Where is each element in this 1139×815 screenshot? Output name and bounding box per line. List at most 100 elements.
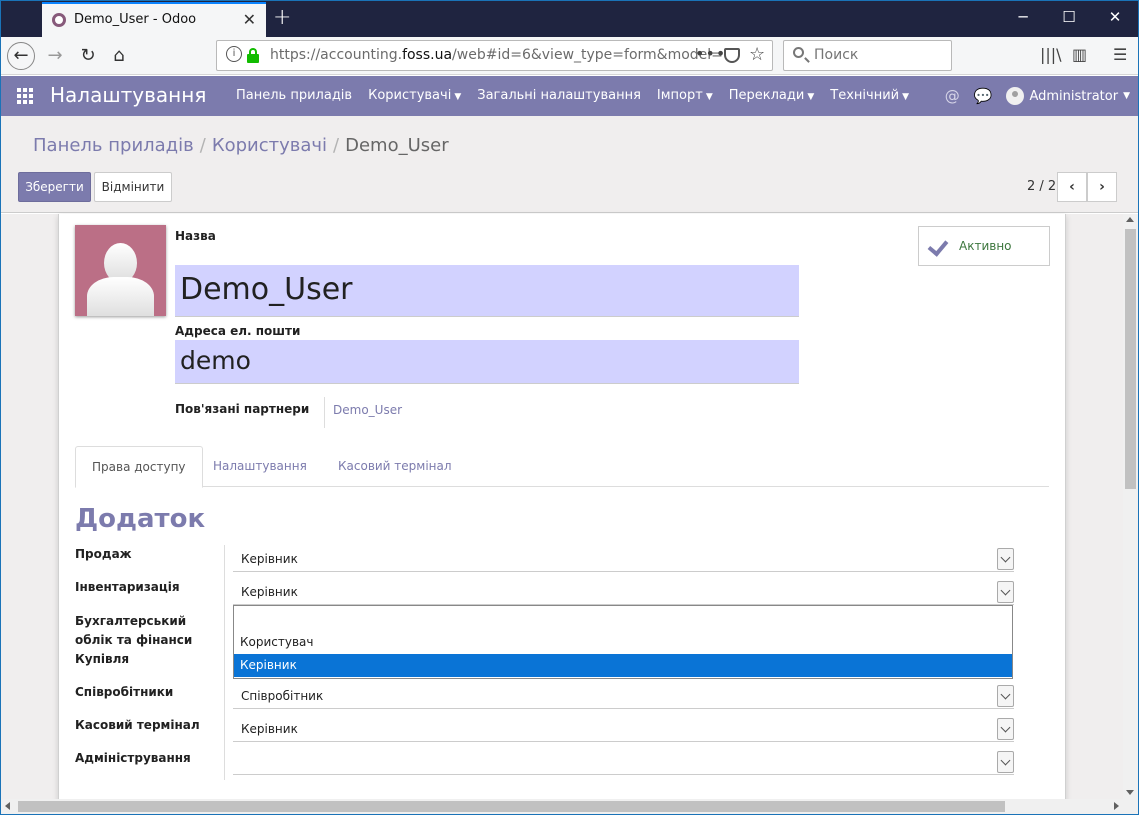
- maximize-icon[interactable]: ☐: [1046, 8, 1092, 26]
- chevron-down-icon[interactable]: [997, 548, 1014, 570]
- tab-access-rights[interactable]: Права доступу: [75, 446, 203, 488]
- minimize-icon[interactable]: ─: [1000, 8, 1046, 26]
- partner-label: Пов'язані партнери: [175, 402, 310, 416]
- scrollbar-corner: [1123, 799, 1138, 814]
- odoo-favicon-icon: [52, 13, 66, 27]
- url-text[interactable]: https://accounting.foss.ua/web#id=6&view…: [270, 47, 723, 63]
- sales-select[interactable]: Керівник: [233, 547, 1014, 572]
- notebook-tabs: Права доступу Налаштування Касовий термі…: [75, 446, 1049, 488]
- odoo-main-navbar: Налаштування Панель приладів Користувачі…: [1, 76, 1138, 116]
- name-field[interactable]: Demo_User: [175, 265, 799, 317]
- menu-dashboard[interactable]: Панель приладів: [228, 76, 360, 116]
- lock-icon: [247, 48, 259, 63]
- library-icon[interactable]: |||\: [1040, 45, 1062, 64]
- row-label-administration: Адміністрування: [75, 751, 191, 765]
- breadcrumb-users[interactable]: Користувачі: [212, 135, 327, 156]
- caret-down-icon: ▼: [807, 92, 815, 102]
- discard-button[interactable]: Відмінити: [94, 172, 172, 202]
- point-of-sale-select[interactable]: Керівник: [233, 717, 1014, 742]
- select-dropdown-list: Користувач Керівник: [233, 605, 1013, 679]
- name-label: Назва: [175, 229, 216, 243]
- close-tab-icon[interactable]: ✕: [243, 10, 256, 29]
- menu-import[interactable]: Імпорт ▼: [649, 76, 721, 116]
- caret-down-icon: ▼: [454, 92, 462, 102]
- page-actions-icon[interactable]: •••: [695, 44, 726, 63]
- check-icon: [929, 236, 949, 252]
- forward-icon[interactable]: →: [41, 42, 69, 70]
- vertical-scrollbar[interactable]: [1123, 214, 1138, 799]
- row-label-inventory: Інвентаризація: [75, 580, 180, 594]
- new-tab-button[interactable]: +: [273, 5, 291, 30]
- bookmark-star-icon[interactable]: ☆: [749, 44, 765, 65]
- chevron-down-icon[interactable]: [997, 685, 1014, 707]
- back-icon[interactable]: ←: [7, 42, 35, 70]
- browser-window: Demo_User - Odoo ✕ + ─ ☐ ✕ ← → ↻ ⌂ i htt…: [0, 0, 1139, 815]
- active-toggle-button[interactable]: Активно: [918, 226, 1050, 266]
- divider: [324, 397, 325, 428]
- systray: @ 💬 Administrator ▼: [945, 76, 1130, 116]
- employees-select[interactable]: Співробітник: [233, 684, 1014, 709]
- row-label-point-of-sale: Касовий термінал: [75, 718, 200, 732]
- browser-toolbar: ← → ↻ ⌂ i https://accounting.foss.ua/web…: [1, 37, 1138, 75]
- chevron-down-icon[interactable]: [997, 751, 1014, 773]
- dropdown-option-user[interactable]: Користувач: [234, 631, 1012, 654]
- sidebar-icon[interactable]: ▥: [1072, 45, 1087, 64]
- email-field[interactable]: demo: [175, 340, 799, 384]
- caret-down-icon: ▼: [705, 92, 713, 102]
- breadcrumb-dashboard[interactable]: Панель приладів: [33, 135, 194, 156]
- form-view: Назва Demo_User Адреса ел. пошти demo Ак…: [1, 214, 1123, 814]
- email-label: Адреса ел. пошти: [175, 324, 301, 338]
- row-label-accounting: Бухгалтерський облік та фінанси Купівля: [75, 614, 193, 666]
- horizontal-scrollbar[interactable]: [1, 799, 1123, 814]
- row-label-employees: Співробітники: [75, 685, 174, 699]
- chevron-down-icon[interactable]: [997, 581, 1014, 603]
- search-icon: [793, 47, 804, 58]
- search-box[interactable]: [783, 40, 952, 71]
- control-panel: Панель приладів / Користувачі / Demo_User Зб…: [1, 116, 1138, 213]
- url-bar[interactable]: i https://accounting.foss.ua/web#id=6&vi…: [216, 40, 773, 71]
- apps-grid-icon[interactable]: [17, 88, 35, 104]
- close-window-icon[interactable]: ✕: [1092, 8, 1138, 26]
- home-icon[interactable]: ⌂: [105, 42, 133, 70]
- menu-general-settings[interactable]: Загальні налаштування: [469, 76, 649, 116]
- caret-down-icon: ▼: [902, 92, 910, 102]
- app-brand[interactable]: Налаштування: [50, 83, 206, 107]
- info-icon[interactable]: i: [226, 46, 242, 62]
- chat-icon[interactable]: 💬: [974, 87, 993, 105]
- row-label-sales: Продаж: [75, 547, 132, 561]
- save-button[interactable]: Зберегти: [18, 172, 91, 202]
- menu-technical[interactable]: Технічний ▼: [822, 76, 917, 116]
- partner-link[interactable]: Demo_User: [333, 403, 402, 417]
- caret-down-icon: ▼: [1123, 91, 1130, 101]
- divider: [224, 545, 225, 780]
- search-input[interactable]: [814, 47, 944, 63]
- tab-title: Demo_User - Odoo: [74, 12, 197, 27]
- pager-previous-button[interactable]: ‹: [1057, 172, 1087, 202]
- form-sheet: Назва Demo_User Адреса ел. пошти demo Ак…: [58, 214, 1066, 814]
- pocket-icon[interactable]: [724, 48, 740, 63]
- avatar[interactable]: [1006, 87, 1025, 105]
- browser-tab[interactable]: Demo_User - Odoo ✕: [42, 2, 266, 37]
- pager-value[interactable]: 2 / 2: [1027, 179, 1056, 194]
- dropdown-option-empty[interactable]: [234, 608, 1012, 631]
- dropdown-option-manager[interactable]: Керівник: [234, 654, 1012, 677]
- reload-icon[interactable]: ↻: [74, 42, 102, 70]
- active-label: Активно: [959, 239, 1012, 253]
- breadcrumb-current: Demo_User: [345, 135, 449, 156]
- user-avatar-image[interactable]: [75, 225, 166, 316]
- section-title: Додаток: [75, 504, 206, 534]
- tab-point-of-sale[interactable]: Касовий термінал: [322, 446, 468, 487]
- tab-preferences[interactable]: Налаштування: [197, 446, 323, 487]
- hamburger-menu-icon[interactable]: ☰: [1113, 45, 1127, 64]
- inventory-select[interactable]: Керівник: [233, 580, 1014, 605]
- menu-users[interactable]: Користувачі ▼: [360, 76, 469, 116]
- breadcrumb: Панель приладів / Користувачі / Demo_User: [33, 135, 449, 156]
- menu-translations[interactable]: Переклади ▼: [721, 76, 823, 116]
- mentions-icon[interactable]: @: [945, 87, 960, 105]
- user-menu[interactable]: Administrator: [1029, 89, 1118, 104]
- pager-next-button[interactable]: ›: [1087, 172, 1117, 202]
- top-menu: Панель приладів Користувачі ▼ Загальні на…: [228, 76, 917, 116]
- title-bar: Demo_User - Odoo ✕ + ─ ☐ ✕: [1, 1, 1138, 37]
- chevron-down-icon[interactable]: [997, 718, 1014, 740]
- administration-select[interactable]: [233, 750, 1014, 775]
